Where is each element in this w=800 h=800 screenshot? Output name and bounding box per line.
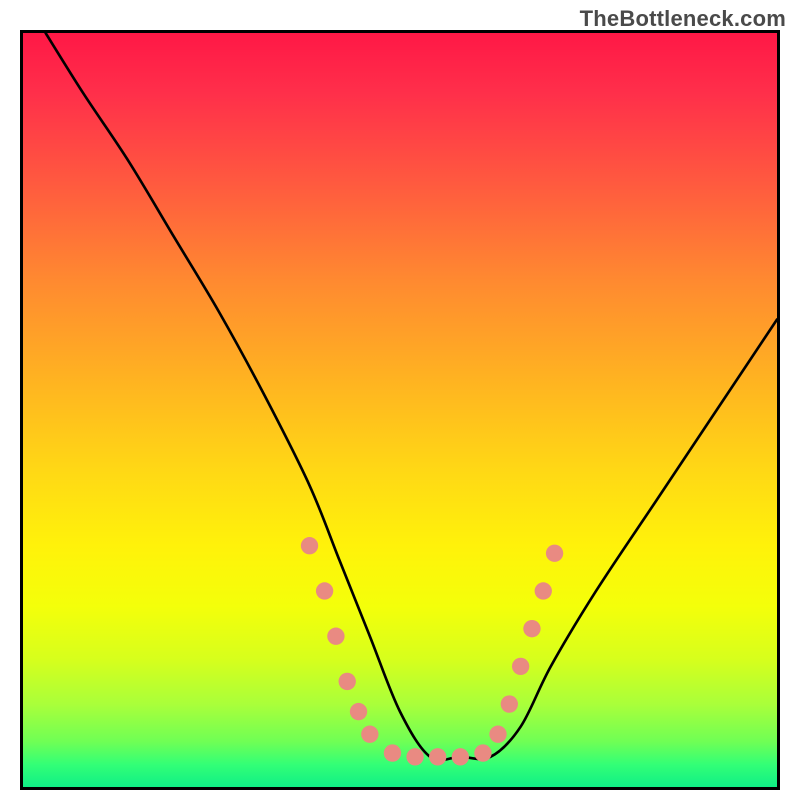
plot-frame [20, 30, 780, 790]
marker-dot [489, 726, 506, 743]
marker-dot [301, 537, 318, 554]
marker-dot [474, 744, 491, 761]
marker-dot [327, 628, 344, 645]
plot-area [23, 33, 777, 787]
marker-dot [384, 744, 401, 761]
marker-dot [406, 748, 423, 765]
bottleneck-curve [46, 33, 777, 760]
marker-dot [501, 695, 518, 712]
marker-dot [429, 748, 446, 765]
marker-dot [361, 726, 378, 743]
watermark-text: TheBottleneck.com [580, 6, 786, 32]
marker-dot [316, 582, 333, 599]
marker-dot [512, 658, 529, 675]
marker-dots [301, 537, 563, 765]
marker-dot [339, 673, 356, 690]
marker-dot [350, 703, 367, 720]
marker-dot [523, 620, 540, 637]
chart-container: TheBottleneck.com [0, 0, 800, 800]
curve-layer [23, 33, 777, 787]
marker-dot [452, 748, 469, 765]
marker-dot [535, 582, 552, 599]
marker-dot [546, 545, 563, 562]
